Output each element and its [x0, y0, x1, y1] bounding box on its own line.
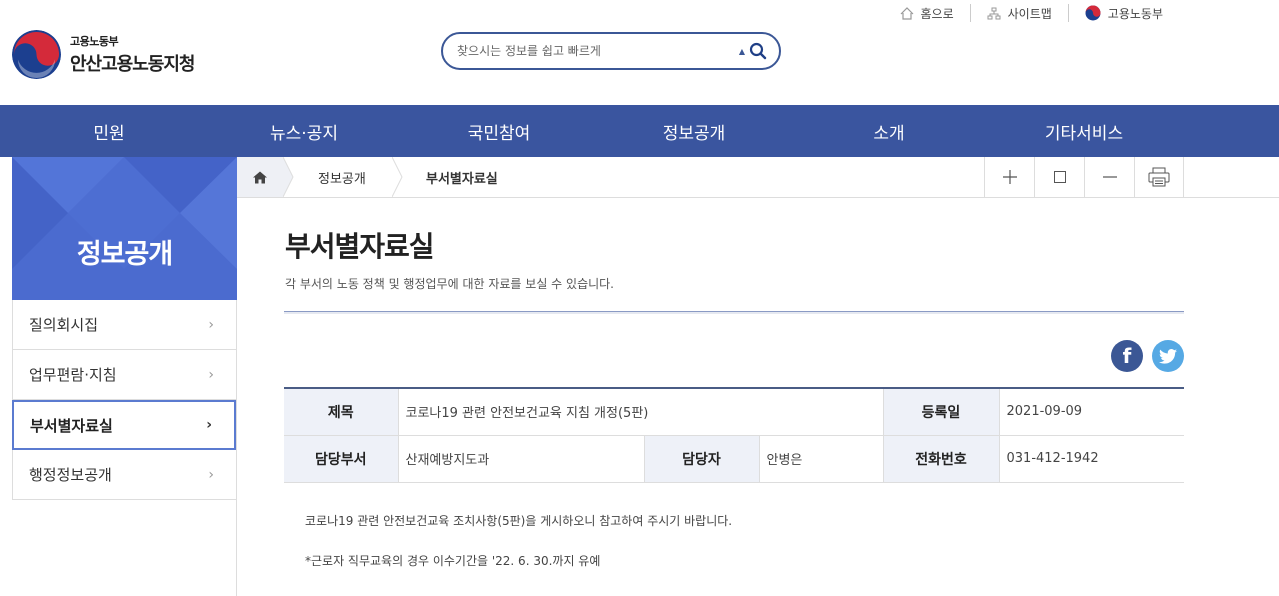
chevron-right-icon: ›	[206, 417, 212, 433]
sidebar-item-inquiry[interactable]: 질의회시집 ›	[12, 300, 236, 350]
twitter-bird-icon	[1159, 348, 1177, 364]
logo-ministry-name: 고용노동부	[70, 35, 119, 48]
gnb-item-news[interactable]: 뉴스·공지	[218, 105, 390, 157]
breadcrumb-level1[interactable]: 정보공개	[318, 168, 366, 187]
table-row: 담당부서 산재예방지도과 담당자 안병은 전화번호 031-412-1942	[284, 435, 1184, 483]
zoom-in-button[interactable]	[984, 157, 1034, 197]
chevron-right-icon: ›	[208, 466, 214, 483]
post-manager: 안병은	[758, 435, 883, 483]
sitemap-link-label: 사이트맵	[1007, 6, 1052, 21]
chevron-right-icon: ›	[208, 366, 214, 383]
sidebar-title: 정보공개	[76, 239, 173, 270]
search-box: ▲	[441, 32, 781, 70]
page-tools	[984, 157, 1184, 197]
dept-label: 담당부서	[284, 435, 398, 483]
breadcrumb-current: 부서별자료실	[426, 172, 498, 187]
logo-emblem-icon	[12, 30, 61, 79]
sitemap-link[interactable]: 사이트맵	[971, 4, 1068, 22]
post-dept: 산재예방지도과	[397, 435, 644, 483]
ministry-link[interactable]: 고용노동부	[1069, 4, 1179, 22]
home-link[interactable]: 홈으로	[884, 4, 970, 22]
twitter-share-button[interactable]	[1152, 340, 1184, 372]
title-label: 제목	[284, 388, 398, 436]
breadcrumb-separator-icon	[392, 157, 403, 197]
utility-bar: 홈으로 사이트맵 고용노동부	[884, 4, 1180, 22]
ministry-emblem-icon	[1085, 5, 1101, 21]
breadcrumb: 정보공개 부서별자료실	[237, 157, 1279, 198]
site-logo[interactable]: 고용노동부 안산고용노동지청	[12, 30, 195, 79]
sidebar-item-label: 질의회시집	[29, 316, 99, 334]
sidebar-menu: 질의회시집 › 업무편람·지침 › 부서별자료실 › 행정정보공개 ›	[12, 300, 236, 500]
breadcrumb-home[interactable]	[237, 157, 283, 197]
gnb-item-about[interactable]: 소개	[780, 105, 998, 157]
zoom-out-button[interactable]	[1084, 157, 1134, 197]
printer-icon	[1148, 167, 1170, 187]
post-title: 코로나19 관련 안전보건교육 지침 개정(5판)	[397, 388, 883, 436]
sidebar: 정보공개 질의회시집 › 업무편람·지침 › 부서별자료실 › 행정정보공개 ›	[12, 157, 237, 596]
sidebar-item-label: 업무편람·지침	[29, 366, 117, 384]
phone-label: 전화번호	[882, 435, 999, 483]
print-button[interactable]	[1134, 157, 1184, 197]
sidebar-item-label: 부서별자료실	[30, 416, 113, 435]
logo-office-name: 안산고용노동지청	[70, 54, 195, 75]
home-icon	[253, 171, 267, 183]
post-date: 2021-09-09	[998, 388, 1184, 436]
search-input[interactable]	[457, 44, 739, 58]
sidebar-hero: 정보공개	[12, 157, 237, 300]
manager-label: 담당자	[643, 435, 759, 483]
sidebar-hero-pattern	[12, 157, 237, 269]
plus-icon	[1002, 170, 1017, 184]
title-divider	[284, 311, 1184, 314]
gnb-item-civil[interactable]: 민원	[0, 105, 218, 157]
table-row: 제목 코로나19 관련 안전보건교육 지침 개정(5판) 등록일 2021-09…	[284, 388, 1184, 436]
zoom-reset-button[interactable]	[1034, 157, 1084, 197]
sidebar-item-admin-disclosure[interactable]: 행정정보공개 ›	[12, 450, 236, 500]
logo-text: 고용노동부 안산고용노동지청	[70, 33, 195, 76]
sidebar-item-manual[interactable]: 업무편람·지침 ›	[12, 350, 236, 400]
house-icon	[900, 6, 913, 20]
global-nav: 민원 뉴스·공지 국민참여 정보공개 소개 기타서비스	[0, 105, 1279, 157]
gnb-item-disclosure[interactable]: 정보공개	[608, 105, 780, 157]
gnb-item-other[interactable]: 기타서비스	[998, 105, 1170, 157]
square-icon	[1053, 171, 1066, 183]
caret-up-icon[interactable]: ▲	[739, 47, 745, 56]
page-description: 각 부서의 노동 정책 및 행정업무에 대한 자료를 보실 수 있습니다.	[285, 277, 615, 291]
post-info-table: 제목 코로나19 관련 안전보건교육 지침 개정(5판) 등록일 2021-09…	[284, 387, 1184, 483]
page-title: 부서별자료실	[285, 230, 435, 263]
minus-icon	[1102, 176, 1117, 178]
sidebar-item-dept-archive[interactable]: 부서별자료실 ›	[12, 400, 236, 450]
breadcrumb-separator-icon	[283, 157, 294, 197]
date-label: 등록일	[882, 388, 999, 436]
post-body-line: *근로자 직무교육의 경우 이수기간을 '22. 6. 30.까지 유예	[305, 554, 601, 568]
home-link-label: 홈으로	[920, 6, 954, 21]
sidebar-item-label: 행정정보공개	[29, 466, 112, 484]
post-phone: 031-412-1942	[998, 435, 1184, 483]
facebook-share-button[interactable]: f	[1111, 340, 1143, 372]
chevron-right-icon: ›	[208, 316, 214, 333]
search-icon[interactable]	[749, 42, 767, 60]
facebook-icon: f	[1122, 344, 1132, 368]
ministry-link-label: 고용노동부	[1107, 6, 1163, 21]
share-buttons: f	[1111, 340, 1184, 372]
gnb-item-participation[interactable]: 국민참여	[390, 105, 608, 157]
post-body-line: 코로나19 관련 안전보건교육 조치사항(5판)을 게시하오니 참고하여 주시기…	[305, 514, 733, 528]
sitemap-icon	[987, 7, 1001, 19]
